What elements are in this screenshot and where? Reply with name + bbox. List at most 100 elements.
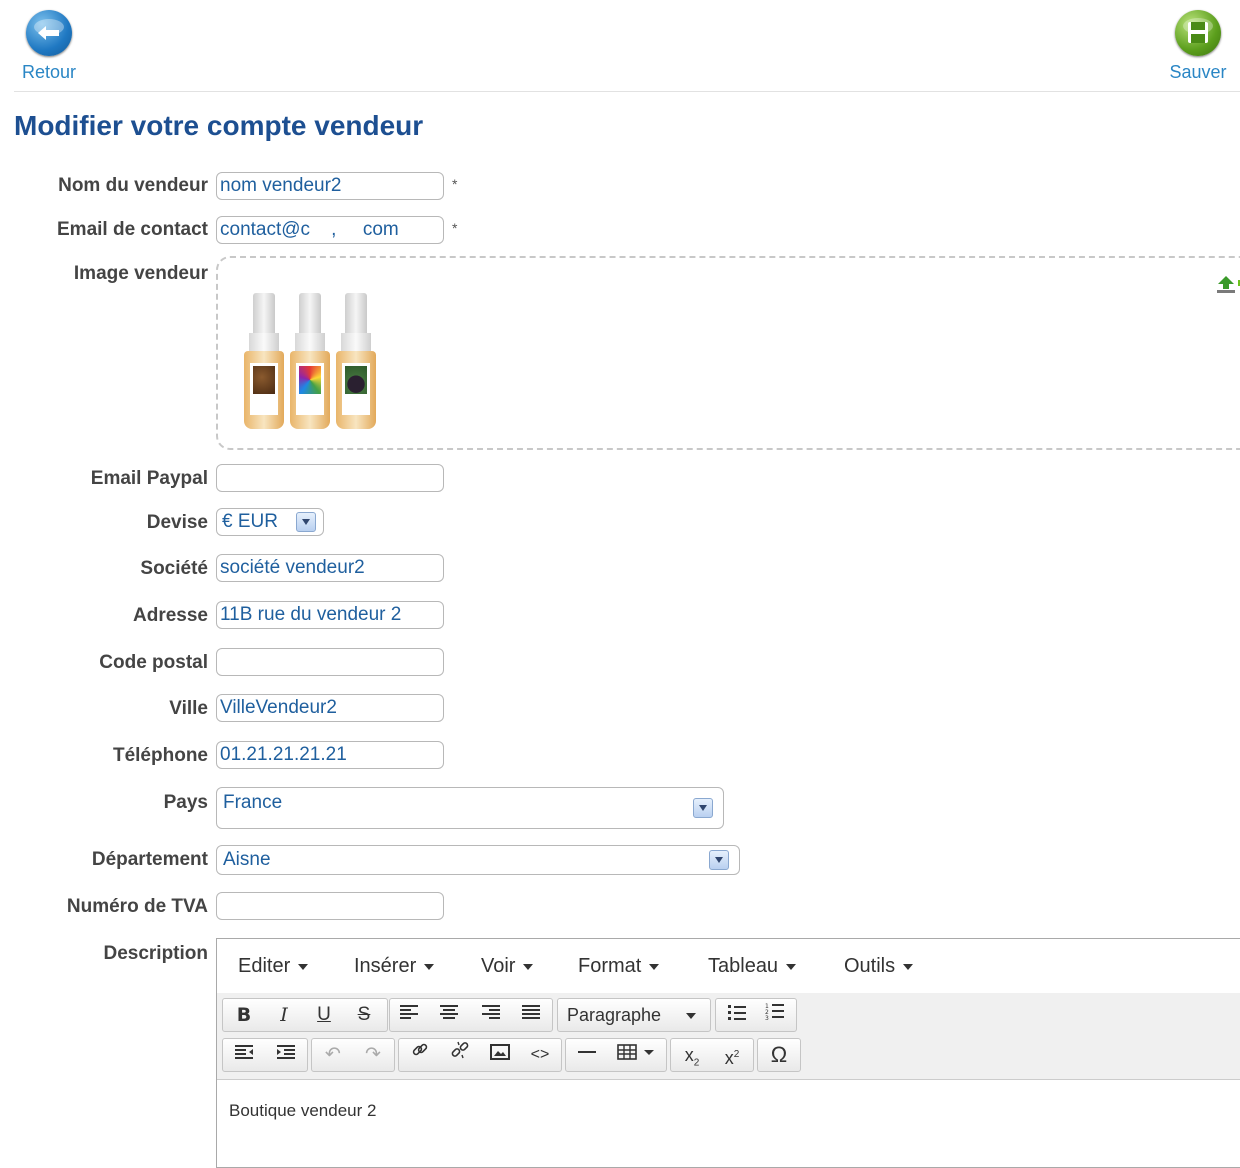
adresse-input[interactable]: 11B rue du vendeur 2 [216,601,444,629]
subscript-icon[interactable]: x2 [677,1039,707,1071]
editor-menubar: Editer Insérer Voir Format Tableau Outil… [217,939,1240,994]
menu-editer[interactable]: Editer [238,955,309,978]
required-mark: * [452,220,458,236]
email-input[interactable]: contact@c , com [216,216,444,244]
image-icon[interactable] [485,1039,515,1071]
svg-text:3: 3 [765,1015,769,1020]
script-group: x2 x2 [670,1038,754,1072]
menu-label: Insérer [354,955,417,977]
italic-icon[interactable]: I [269,999,299,1031]
caret-down-icon [786,963,797,970]
departement-select[interactable]: Aisne [216,845,740,875]
align-justify-icon[interactable] [516,999,546,1031]
caret-down-icon [298,963,309,970]
pays-label: Pays [163,792,208,813]
insert-group: <> [398,1038,562,1072]
bottle-image [244,293,284,429]
save-label: Sauver [1169,62,1227,82]
societe-label: Société [140,558,208,579]
menu-label: Format [578,955,642,977]
nom-label: Nom du vendeur [58,175,208,196]
menu-tableau[interactable]: Tableau [708,955,797,978]
editor-content[interactable]: Boutique vendeur 2 [229,1101,376,1121]
devise-label: Devise [146,512,208,533]
bottle-image [290,293,330,429]
image-dropzone[interactable] [216,256,1240,450]
editor-toolbar: B I U S Paragraphe 123 ↶ ↷ <> x2 x2 Ω [217,993,1240,1080]
align-center-icon[interactable] [434,999,464,1031]
pays-value: France [223,792,283,813]
menu-label: Voir [481,955,516,977]
menu-label: Outils [844,955,896,977]
floppy-disk-icon [1175,10,1221,56]
back-button[interactable]: Retour [18,10,80,83]
bottle-image [336,293,376,429]
devise-value: € EUR [222,511,278,532]
departement-value: Aisne [223,849,271,870]
chevron-down-icon[interactable] [693,798,713,818]
upload-add-icon[interactable] [1214,270,1240,294]
format-select-value: Paragraphe [567,1005,662,1025]
email-label: Email de contact [57,219,208,240]
adresse-label: Adresse [133,605,208,626]
telephone-input[interactable]: 01.21.21.21.21 [216,741,444,769]
strikethrough-icon[interactable]: S [349,999,379,1031]
chevron-down-icon[interactable] [296,512,316,532]
omega-icon[interactable]: Ω [764,1039,794,1071]
link-icon[interactable] [405,1039,435,1071]
code-icon[interactable]: <> [525,1039,555,1071]
nom-input[interactable]: nom vendeur2 [216,172,444,200]
telephone-label: Téléphone [112,745,208,766]
menu-format[interactable]: Format [578,955,660,978]
table-icon[interactable] [612,1039,662,1071]
code-postal-input[interactable] [216,648,444,676]
caret-down-icon [649,963,660,970]
required-mark: * [452,176,458,192]
align-group [389,998,553,1032]
top-toolbar: Retour Sauver [0,0,1240,92]
numbered-list-icon[interactable]: 123 [760,999,790,1031]
arrow-left-circle-icon [26,10,72,56]
indent-icon[interactable] [271,1039,301,1071]
align-left-icon[interactable] [394,999,424,1031]
text-style-group: B I U S [222,998,388,1032]
undo-icon[interactable]: ↶ [318,1039,348,1071]
rich-text-editor: Editer Insérer Voir Format Tableau Outil… [216,938,1240,1168]
horizontal-rule-icon[interactable] [572,1039,602,1071]
tva-label: Numéro de TVA [66,896,208,917]
chevron-down-icon[interactable] [709,850,729,870]
align-right-icon[interactable] [476,999,506,1031]
bold-icon[interactable]: B [229,999,259,1031]
menu-voir[interactable]: Voir [481,955,534,978]
caret-down-icon [686,1013,696,1019]
menu-label: Editer [238,955,291,977]
toolbar-divider [14,91,1240,92]
redo-icon[interactable]: ↷ [358,1039,388,1071]
menu-label: Tableau [708,955,779,977]
caret-down-icon [523,963,534,970]
format-select[interactable]: Paragraphe [557,998,711,1032]
description-label: Description [103,943,208,964]
list-group: 123 [715,998,797,1032]
caret-down-icon [903,963,914,970]
underline-icon[interactable]: U [309,999,339,1031]
image-label: Image vendeur [73,263,208,284]
menu-outils[interactable]: Outils [844,955,914,978]
pays-select[interactable]: France [216,787,724,829]
bullet-list-icon[interactable] [722,999,752,1031]
menu-inserer[interactable]: Insérer [354,955,435,978]
hr-table-group [565,1038,667,1072]
paypal-input[interactable] [216,464,444,492]
ville-input[interactable]: VilleVendeur2 [216,694,444,722]
special-char-group: Ω [757,1038,801,1072]
paypal-label: Email Paypal [90,468,208,489]
save-button[interactable]: Sauver [1164,10,1232,83]
societe-input[interactable]: société vendeur2 [216,554,444,582]
code-postal-label: Code postal [99,652,208,673]
tva-input[interactable] [216,892,444,920]
unlink-icon[interactable] [445,1039,475,1071]
devise-select[interactable]: € EUR [216,508,324,536]
superscript-icon[interactable]: x2 [717,1039,747,1071]
back-label: Retour [21,62,77,82]
outdent-icon[interactable] [229,1039,259,1071]
